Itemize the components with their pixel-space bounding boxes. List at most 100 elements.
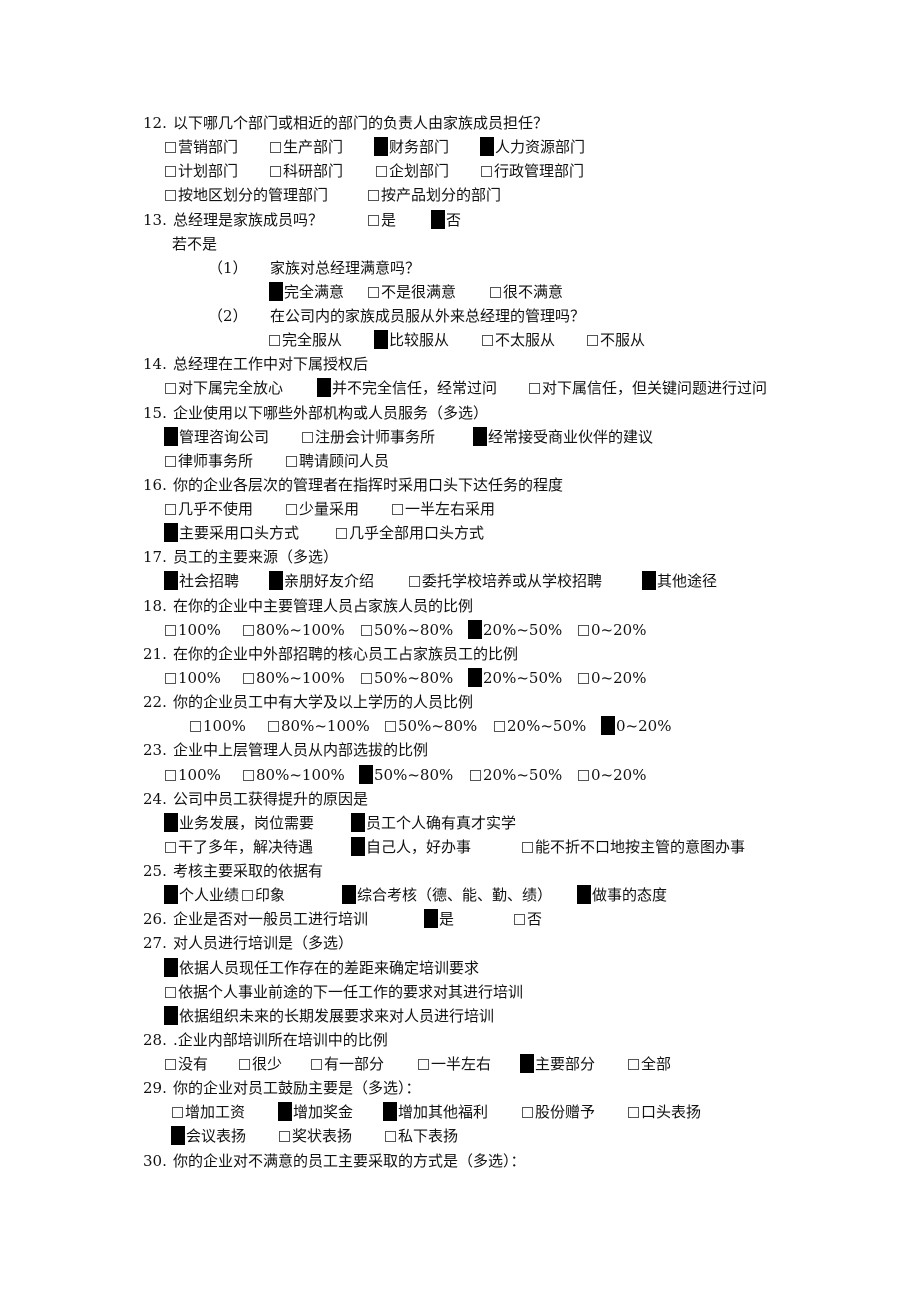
empty-box-icon[interactable] [418, 1059, 429, 1070]
empty-box-icon[interactable] [482, 335, 493, 346]
checkbox-option[interactable]: 100% [190, 716, 246, 736]
checkbox-option[interactable]: 业务发展，岗位需要 [164, 813, 314, 833]
checkbox-option[interactable]: 个人业绩 [164, 885, 239, 905]
empty-box-icon[interactable] [470, 770, 481, 781]
checkbox-option[interactable]: 私下表扬 [385, 1126, 458, 1146]
checkbox-option[interactable]: 行政管理部门 [481, 161, 584, 181]
checkbox-option[interactable]: 口头表扬 [628, 1102, 701, 1122]
empty-box-icon[interactable] [302, 432, 313, 443]
checkbox-option[interactable]: 否 [514, 909, 542, 929]
empty-box-icon[interactable] [385, 721, 396, 732]
checkbox-option[interactable]: 计划部门 [165, 161, 238, 181]
checked-box-icon[interactable] [577, 885, 591, 904]
empty-box-icon[interactable] [165, 673, 176, 684]
checked-box-icon[interactable] [480, 137, 494, 156]
checked-box-icon[interactable] [601, 716, 615, 735]
checkbox-option[interactable]: 股份赠予 [522, 1102, 595, 1122]
empty-box-icon[interactable] [270, 142, 281, 153]
checked-box-icon[interactable] [468, 620, 482, 639]
checkbox-option[interactable]: 员工个人确有真才实学 [351, 813, 516, 833]
checkbox-option[interactable]: 50%~80% [359, 765, 453, 785]
checked-box-icon[interactable] [431, 210, 445, 229]
checkbox-option[interactable]: 80%~100% [243, 668, 345, 688]
empty-box-icon[interactable] [578, 625, 589, 636]
checkbox-option[interactable]: 亲朋好友介绍 [269, 571, 374, 591]
empty-box-icon[interactable] [522, 842, 533, 853]
checkbox-option[interactable]: 主要采用口头方式 [164, 523, 299, 543]
empty-box-icon[interactable] [587, 335, 598, 346]
empty-box-icon[interactable] [243, 673, 254, 684]
checkbox-option[interactable]: 不是很满意 [368, 282, 456, 302]
checkbox-option[interactable]: 干了多年，解决待遇 [165, 837, 313, 857]
empty-box-icon[interactable] [172, 1107, 183, 1118]
checked-box-icon[interactable] [520, 1054, 534, 1073]
checkbox-option[interactable]: 一半左右采用 [392, 499, 495, 519]
empty-box-icon[interactable] [165, 383, 176, 394]
empty-box-icon[interactable] [165, 770, 176, 781]
checkbox-option[interactable]: 0~20% [578, 620, 646, 640]
empty-box-icon[interactable] [336, 528, 347, 539]
empty-box-icon[interactable] [165, 842, 176, 853]
empty-box-icon[interactable] [270, 166, 281, 177]
checkbox-option[interactable]: 依据组织未来的长期发展要求来对人员进行培训 [164, 1006, 494, 1026]
checkbox-option[interactable]: 很不满意 [490, 282, 563, 302]
checkbox-option[interactable]: 80%~100% [243, 620, 345, 640]
checkbox-option[interactable]: 20%~50% [468, 668, 562, 688]
checked-box-icon[interactable] [359, 765, 373, 784]
checked-box-icon[interactable] [164, 523, 178, 542]
checkbox-option[interactable]: 律师事务所 [165, 451, 253, 471]
checkbox-option[interactable]: 依据个人事业前途的下一任工作的要求对其进行培训 [165, 982, 523, 1002]
checkbox-option[interactable]: 没有 [165, 1054, 208, 1074]
checkbox-option[interactable]: 一半左右 [418, 1054, 491, 1074]
empty-box-icon[interactable] [286, 456, 297, 467]
checkbox-option[interactable]: 依据人员现任工作存在的差距来确定培训要求 [164, 958, 479, 978]
empty-box-icon[interactable] [165, 456, 176, 467]
checkbox-option[interactable]: 增加其他福利 [383, 1102, 488, 1122]
checkbox-option[interactable]: 社会招聘 [164, 571, 239, 591]
checkbox-option[interactable]: 注册会计师事务所 [302, 427, 435, 447]
empty-box-icon[interactable] [269, 335, 280, 346]
empty-box-icon[interactable] [286, 504, 297, 515]
checkbox-option[interactable]: 按地区划分的管理部门 [165, 185, 328, 205]
checkbox-option[interactable]: 企划部门 [376, 161, 449, 181]
checkbox-option[interactable]: 100% [165, 765, 221, 785]
checked-box-icon[interactable] [642, 571, 656, 590]
empty-box-icon[interactable] [190, 721, 201, 732]
checkbox-option[interactable]: 营销部门 [165, 137, 238, 157]
checkbox-option[interactable]: 做事的态度 [577, 885, 667, 905]
empty-box-icon[interactable] [243, 625, 254, 636]
checked-box-icon[interactable] [269, 571, 283, 590]
empty-box-icon[interactable] [268, 721, 279, 732]
checked-box-icon[interactable] [374, 330, 388, 349]
empty-box-icon[interactable] [239, 1059, 250, 1070]
checkbox-option[interactable]: 80%~100% [268, 716, 370, 736]
checked-box-icon[interactable] [317, 378, 331, 397]
empty-box-icon[interactable] [165, 625, 176, 636]
checked-box-icon[interactable] [342, 885, 356, 904]
empty-box-icon[interactable] [165, 166, 176, 177]
empty-box-icon[interactable] [361, 625, 372, 636]
empty-box-icon[interactable] [279, 1131, 290, 1142]
checkbox-option[interactable]: 自己人，好办事 [351, 837, 471, 857]
checkbox-option[interactable]: 印象 [242, 885, 285, 905]
empty-box-icon[interactable] [242, 890, 253, 901]
checkbox-option[interactable]: 0~20% [601, 716, 671, 736]
checked-box-icon[interactable] [164, 571, 178, 590]
empty-box-icon[interactable] [628, 1107, 639, 1118]
empty-box-icon[interactable] [165, 142, 176, 153]
checkbox-option[interactable]: 100% [165, 668, 221, 688]
checkbox-option[interactable]: 几乎全部用口头方式 [336, 523, 484, 543]
checked-box-icon[interactable] [351, 813, 365, 832]
checkbox-option[interactable]: 会议表扬 [171, 1126, 246, 1146]
checkbox-option[interactable]: 聘请顾问人员 [286, 451, 389, 471]
empty-box-icon[interactable] [368, 190, 379, 201]
checkbox-option[interactable]: 科研部门 [270, 161, 343, 181]
checked-box-icon[interactable] [164, 885, 178, 904]
checkbox-option[interactable]: 50%~80% [385, 716, 477, 736]
checkbox-option[interactable]: 不太服从 [482, 330, 555, 350]
checkbox-option[interactable]: 是 [424, 909, 454, 929]
empty-box-icon[interactable] [522, 1107, 533, 1118]
checked-box-icon[interactable] [164, 958, 178, 977]
empty-box-icon[interactable] [165, 987, 176, 998]
checked-box-icon[interactable] [164, 427, 178, 446]
